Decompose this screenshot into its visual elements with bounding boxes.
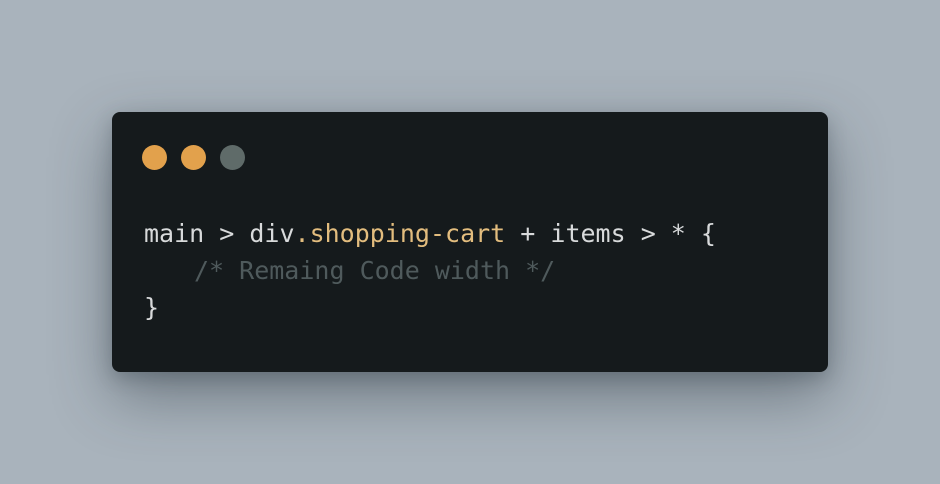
code-line-2: /* Remaing Code width */ <box>144 252 716 289</box>
maximize-dot-icon[interactable] <box>220 145 245 170</box>
code-block: main > div.shopping-cart + items > * { /*… <box>144 215 716 326</box>
code-line-3: } <box>144 289 716 326</box>
closing-brace: } <box>144 293 160 322</box>
code-comment: /* Remaing Code width */ <box>194 256 556 285</box>
code-window: main > div.shopping-cart + items > * { /*… <box>112 112 828 372</box>
window-controls <box>142 145 245 170</box>
close-dot-icon[interactable] <box>142 145 167 170</box>
class-token: .shopping-cart <box>294 219 506 248</box>
minimize-dot-icon[interactable] <box>181 145 206 170</box>
selector-end: + items > * { <box>505 219 716 248</box>
code-line-1: main > div.shopping-cart + items > * { <box>144 215 716 252</box>
selector-start: main > div <box>144 219 295 248</box>
